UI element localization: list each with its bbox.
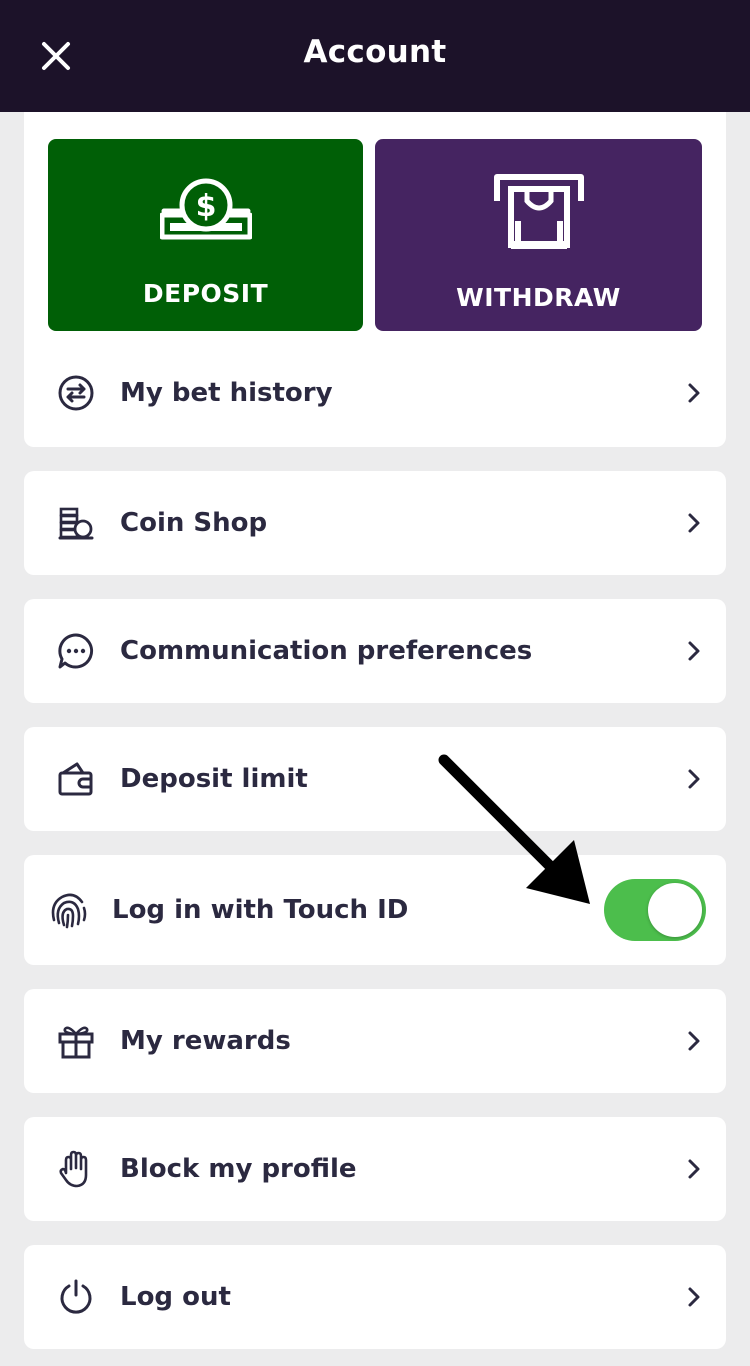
chevron-right-icon <box>682 639 706 663</box>
chevron-right-icon <box>682 1157 706 1181</box>
menu-item-log-out[interactable]: Log out <box>24 1245 726 1349</box>
toggle-knob <box>648 883 702 937</box>
menu-item-bet-history[interactable]: My bet history <box>24 352 726 434</box>
menu-item-my-rewards[interactable]: My rewards <box>24 989 726 1093</box>
page-title: Account <box>303 34 447 70</box>
withdraw-label: WITHDRAW <box>456 283 621 312</box>
chevron-right-icon <box>682 1029 706 1053</box>
app-header: Account <box>0 0 750 112</box>
wallet-icon <box>56 759 96 799</box>
menu-item-touch-id: Log in with Touch ID <box>24 855 726 965</box>
chevron-right-icon <box>682 767 706 791</box>
chat-bubble-icon <box>56 631 96 671</box>
chevron-right-icon <box>682 381 706 405</box>
menu-item-label: Block my profile <box>120 1154 357 1184</box>
coin-stack-icon <box>56 503 96 543</box>
swap-arrows-icon <box>56 373 96 413</box>
chevron-right-icon <box>682 511 706 535</box>
menu-item-communication-preferences[interactable]: Communication preferences <box>24 599 726 703</box>
power-icon <box>56 1277 96 1317</box>
svg-text:$: $ <box>195 189 216 224</box>
menu-item-deposit-limit[interactable]: Deposit limit <box>24 727 726 831</box>
gift-icon <box>56 1021 96 1061</box>
fingerprint-icon <box>48 890 88 930</box>
menu-item-label: Communication preferences <box>120 636 533 666</box>
hand-stop-icon <box>56 1149 96 1189</box>
menu-item-label: Deposit limit <box>120 764 308 794</box>
money-bill-icon: $ <box>159 178 252 240</box>
account-actions-card: $ DEPOSIT WITHDRAW My bet history <box>24 112 726 447</box>
atm-withdraw-icon <box>493 174 584 249</box>
menu-item-label: My rewards <box>120 1026 291 1056</box>
menu-item-label: Log out <box>120 1282 231 1312</box>
deposit-label: DEPOSIT <box>142 279 269 308</box>
menu-item-label: Coin Shop <box>120 508 268 538</box>
menu-item-label: My bet history <box>120 378 333 408</box>
menu-item-label: Log in with Touch ID <box>112 895 409 925</box>
chevron-right-icon <box>682 1285 706 1309</box>
touch-id-toggle[interactable] <box>604 879 706 941</box>
withdraw-button[interactable]: WITHDRAW <box>375 139 702 331</box>
menu-item-coin-shop[interactable]: Coin Shop <box>24 471 726 575</box>
menu-item-block-profile[interactable]: Block my profile <box>24 1117 726 1221</box>
deposit-button[interactable]: $ DEPOSIT <box>48 139 363 331</box>
